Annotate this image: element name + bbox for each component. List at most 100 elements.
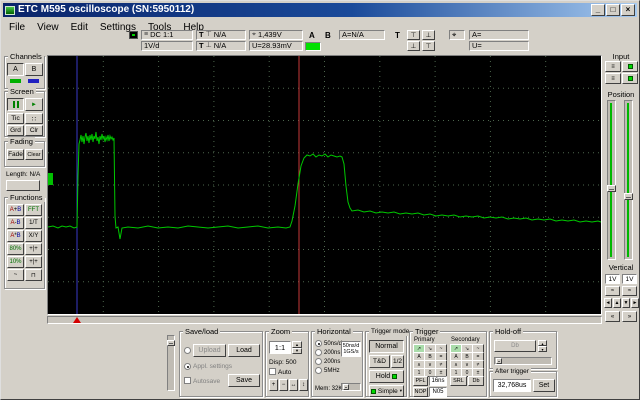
trigger-edge-falling-button[interactable]: ⊥	[422, 30, 435, 40]
run-button[interactable]: ►	[25, 98, 43, 111]
probe-b-led	[627, 76, 633, 81]
zoom-tool-button[interactable]: −	[279, 379, 288, 391]
tic-button[interactable]: Tic	[7, 113, 24, 124]
volts-b-display: 1V	[622, 274, 637, 284]
screen-title: Screen	[8, 87, 36, 96]
holdoff-spin-down-button[interactable]: ▾	[538, 346, 547, 352]
db-button[interactable]: Db	[468, 376, 484, 386]
app-icon	[5, 5, 15, 15]
zoom-tool-button[interactable]: ↔	[289, 379, 298, 391]
volts-a-display: 1V	[605, 274, 620, 284]
input-title: Input	[612, 52, 630, 61]
trigger-edge-rising-button[interactable]: ⊤	[407, 30, 420, 40]
clear-screen-button[interactable]: Clr	[25, 125, 43, 136]
function-button[interactable]: A + B	[7, 204, 24, 216]
length-option-button[interactable]	[6, 180, 40, 191]
save-button[interactable]: Save	[228, 374, 260, 387]
trigger-hold-button[interactable]: Hold	[369, 370, 404, 383]
function-button[interactable]: FFT	[25, 204, 42, 216]
delta-readout: A=N/A	[339, 30, 385, 40]
horizontal-option-radio[interactable]	[315, 349, 322, 356]
pan-right-button[interactable]: »	[622, 311, 637, 322]
trigger-normal-button[interactable]: Normal	[369, 340, 404, 353]
vertical-b-coupling-button[interactable]: ≈	[622, 286, 637, 296]
trigger-level-low-button[interactable]: ⊥	[407, 41, 420, 51]
status-icon[interactable]	[129, 31, 138, 39]
appl-settings-radio[interactable]	[184, 363, 191, 370]
arrow-down-button[interactable]: ▼	[622, 298, 630, 308]
function-button[interactable]: 1/T	[25, 217, 42, 229]
function-button[interactable]: A * B	[7, 230, 24, 242]
nop-button[interactable]: NOP	[413, 387, 428, 397]
horizontal-option-label: 5MHz	[324, 368, 340, 374]
length-label: Length: N/A	[6, 171, 41, 178]
zoom-tool-button[interactable]: ↕	[299, 379, 308, 391]
function-button[interactable]: X / Y	[25, 230, 42, 242]
after-trigger-set-button[interactable]: Set	[533, 379, 555, 392]
function-button[interactable]: + | +	[25, 256, 42, 268]
screen-group: Screen ► Tic ∷ Grd Clr	[4, 87, 45, 137]
load-button[interactable]: Load	[228, 344, 260, 357]
horizontal-option-radio[interactable]	[315, 358, 322, 365]
memory-slider[interactable]	[341, 383, 361, 391]
position-slider-b[interactable]	[624, 100, 633, 260]
scope-scrollbar[interactable]	[47, 316, 602, 324]
offset-slider-thumb[interactable]	[167, 340, 175, 346]
functions-grid: A + B FFT A - B 1/T A * B X / Y 80% + | +10% + | + ~ ⊓	[5, 198, 44, 288]
trigger-td-button[interactable]: T&D	[369, 355, 390, 368]
input-coupling-b-button[interactable]: ≡	[605, 73, 621, 84]
function-button[interactable]: ~	[7, 269, 24, 281]
arrow-right-button[interactable]: ►	[631, 298, 639, 308]
pause-button[interactable]	[7, 98, 24, 111]
trigger-b-readout: T ⊥ N/A	[196, 41, 246, 51]
grid-button[interactable]: Grd	[7, 125, 24, 136]
after-trigger-group: After trigger 32,768us Set	[489, 367, 557, 397]
trigger-half-button[interactable]: 1/2	[391, 355, 404, 368]
trigger-simple-dropdown[interactable]: Simple ▾	[369, 385, 404, 397]
input-probe-b-button[interactable]	[622, 73, 638, 84]
vertical-title: Vertical	[608, 263, 634, 272]
offset-slider[interactable]	[167, 335, 175, 391]
memory-slider-thumb[interactable]	[343, 384, 349, 390]
upload-button[interactable]: Upload	[193, 344, 226, 357]
saveload-source-radio[interactable]	[184, 347, 191, 354]
trigger-level-high-button[interactable]: ⊤	[422, 41, 435, 51]
trigger-b-value: N/A	[213, 41, 227, 50]
channel-a-button[interactable]: A	[7, 63, 24, 76]
horizontal-option-radio[interactable]	[315, 340, 322, 347]
minimize-button[interactable]: _	[591, 4, 605, 16]
scope-display[interactable]	[47, 55, 602, 315]
u-eq-readout: U=	[469, 41, 529, 51]
zoom-tools: + − ↔ ↕	[266, 332, 308, 396]
position-slider-a[interactable]	[607, 100, 616, 260]
horizontal-option-radio[interactable]	[315, 367, 322, 374]
holdoff-slider-thumb[interactable]	[496, 358, 502, 364]
pfl-button[interactable]: PFL	[413, 376, 428, 386]
position-slider-a-thumb[interactable]	[607, 185, 616, 192]
trigger-position-marker[interactable]	[73, 317, 81, 323]
input-coupling-a-button[interactable]: ≡	[605, 61, 621, 72]
autosave-checkbox[interactable]	[184, 377, 191, 384]
fade-clear-button[interactable]: Clear	[25, 149, 43, 160]
function-button[interactable]: 80%	[7, 243, 24, 255]
srl-button[interactable]: SRL	[450, 376, 467, 386]
function-button[interactable]: ⊓	[25, 269, 42, 281]
position-slider-b-thumb[interactable]	[624, 193, 633, 200]
fade-button[interactable]: Fade	[7, 149, 24, 160]
arrow-up-button[interactable]: ▲	[613, 298, 621, 308]
holdoff-mode-button[interactable]: Db	[494, 340, 536, 352]
channel-b-button[interactable]: B	[25, 63, 43, 76]
zoom-tool-button[interactable]: +	[269, 379, 278, 391]
arrow-left-button[interactable]: ◄	[604, 298, 612, 308]
function-button[interactable]: A-B	[7, 217, 24, 229]
close-button[interactable]: ×	[621, 4, 635, 16]
function-button[interactable]: + | +	[25, 243, 42, 255]
input-probe-a-button[interactable]	[622, 61, 638, 72]
vertical-a-coupling-button[interactable]: ≈	[605, 286, 620, 296]
maximize-button[interactable]: □	[606, 4, 620, 16]
pan-left-button[interactable]: «	[605, 311, 620, 322]
tic-style-button[interactable]: ∷	[25, 113, 43, 124]
holdoff-slider[interactable]	[494, 357, 552, 365]
chevron-down-icon: ▾	[399, 388, 403, 393]
function-button[interactable]: 10%	[7, 256, 24, 268]
